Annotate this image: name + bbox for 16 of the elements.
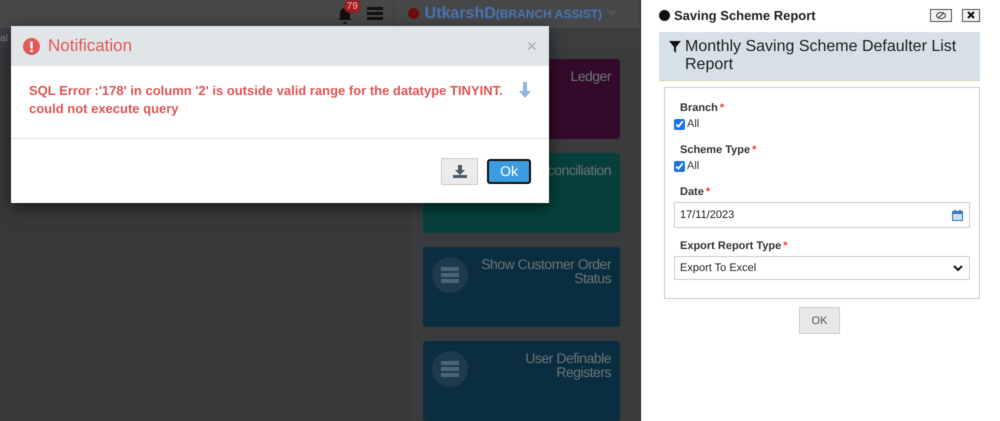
report-heading-text: Monthly Saving Scheme Defaulter List Report <box>685 38 958 74</box>
field-label: Branch * <box>680 102 726 114</box>
field-label: Export Report Type * <box>680 240 789 252</box>
required-mark: * <box>752 144 756 156</box>
breadcrumb-text: al <box>0 33 8 44</box>
notification-badge: 79 <box>344 0 361 13</box>
dialog-title: Notification <box>48 36 134 56</box>
checkbox-label: All <box>687 118 700 130</box>
field-label: Date * <box>680 186 712 198</box>
panel-title: Saving Scheme Report <box>674 8 817 22</box>
required-mark: * <box>706 186 710 198</box>
checkbox-label: All <box>687 160 700 172</box>
required-mark: * <box>783 240 788 252</box>
field-label: Scheme Type * <box>680 144 758 156</box>
required-mark: * <box>720 102 724 114</box>
error-message: SQL Error :'178' in column '2' is outside valid range for the datatype TINYINT. could not execute query <box>29 82 504 118</box>
